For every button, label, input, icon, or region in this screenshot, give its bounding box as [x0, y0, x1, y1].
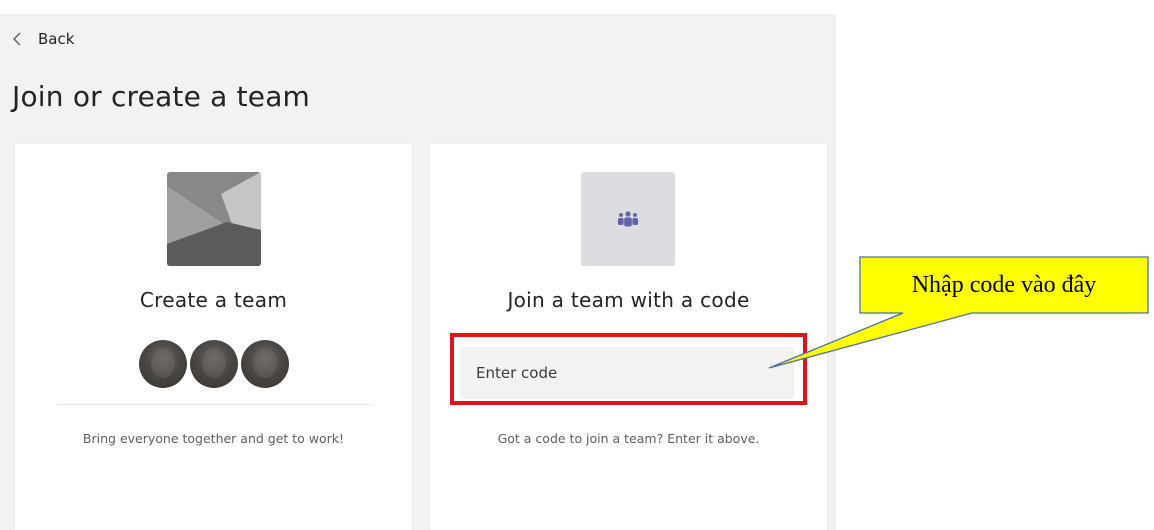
join-team-title: Join a team with a code: [507, 288, 750, 312]
person-avatar-icon: [189, 340, 238, 388]
person-avatar-icon: [240, 340, 289, 388]
avatar-group: [15, 340, 412, 388]
chevron-left-icon: [12, 32, 22, 46]
landscape-placeholder-icon: [167, 172, 261, 266]
back-label: Back: [38, 30, 75, 48]
person-avatar-icon: [138, 340, 187, 388]
card-divider: [57, 404, 371, 405]
screenshot-stage: Back Join or create a team Create a team…: [0, 0, 1154, 530]
join-team-description: Got a code to join a team? Enter it abov…: [497, 431, 760, 446]
create-team-description: Bring everyone together and get to work!: [82, 431, 345, 446]
create-team-card[interactable]: Create a team Bring everyone together an…: [15, 144, 412, 530]
page-title: Join or create a team: [12, 80, 311, 113]
join-team-card: Join a team with a code Got a code to jo…: [430, 144, 827, 530]
enter-code-input[interactable]: [460, 347, 794, 399]
people-group-icon: [581, 172, 675, 266]
create-team-title: Create a team: [139, 288, 288, 312]
callout-label: Nhập code vào đây: [911, 271, 1097, 298]
back-button[interactable]: Back: [12, 26, 74, 52]
